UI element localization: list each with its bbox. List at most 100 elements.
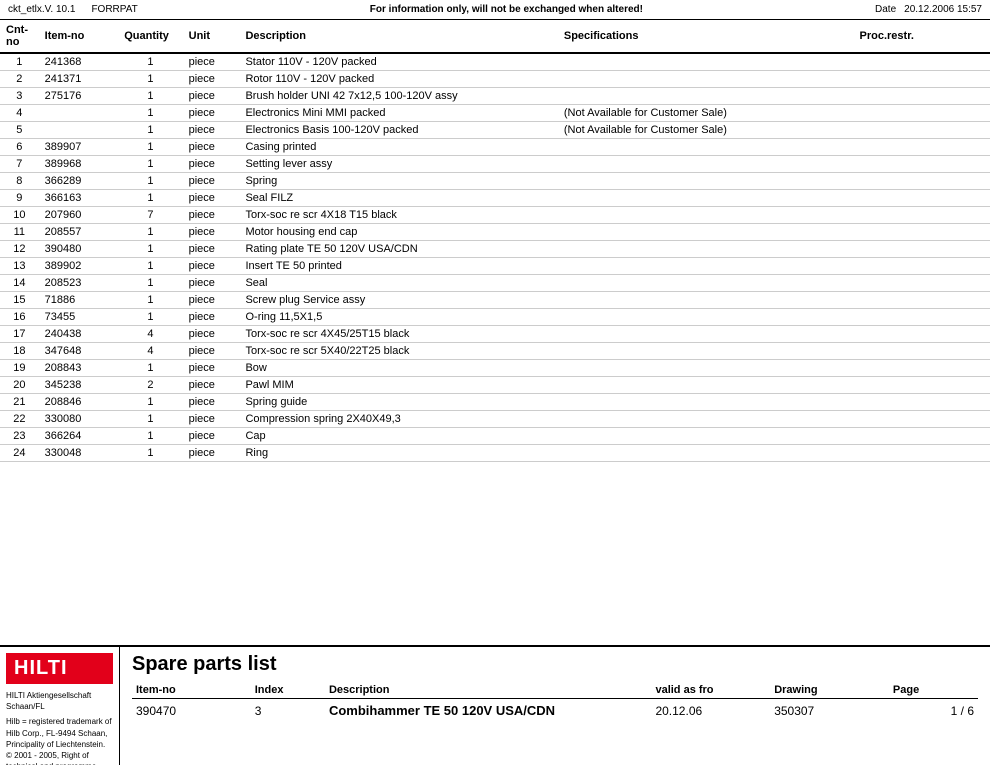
footer-col-drawing-header: Drawing: [770, 682, 889, 699]
table-row: 13 389902 1 piece Insert TE 50 printed: [0, 258, 990, 275]
table-row: 8 366289 1 piece Spring: [0, 173, 990, 190]
cell-item: 330080: [39, 411, 119, 428]
footer-logo-section: HILTI HILTI Aktiengesellschaft Schaan/FL…: [0, 647, 120, 765]
footer-index: 3: [251, 699, 325, 723]
date-value: 20.12.2006 15:57: [904, 4, 982, 15]
cell-cnt: 10: [0, 207, 39, 224]
cell-qty: 1: [118, 428, 182, 445]
table-row: 14 208523 1 piece Seal: [0, 275, 990, 292]
cell-spec: [558, 71, 854, 88]
cell-item: 71886: [39, 292, 119, 309]
cell-spec: [558, 377, 854, 394]
cell-desc: Cap: [239, 428, 557, 445]
footer-description: Combihammer TE 50 120V USA/CDN: [325, 699, 652, 723]
cell-proc: [854, 326, 990, 343]
cell-item: 275176: [39, 88, 119, 105]
cell-proc: [854, 156, 990, 173]
footer-table: Item-no Index Description valid as fro D…: [132, 682, 978, 722]
cell-spec: [558, 360, 854, 377]
cell-qty: 1: [118, 190, 182, 207]
table-row: 6 389907 1 piece Casing printed: [0, 139, 990, 156]
cell-cnt: 15: [0, 292, 39, 309]
cell-cnt: 20: [0, 377, 39, 394]
cell-desc: Setting lever assy: [239, 156, 557, 173]
cell-desc: Motor housing end cap: [239, 224, 557, 241]
col-header-item: Item-no: [39, 20, 119, 53]
cell-proc: [854, 394, 990, 411]
spare-parts-title: Spare parts list: [132, 653, 978, 676]
table-row: 11 208557 1 piece Motor housing end cap: [0, 224, 990, 241]
col-header-desc: Description: [239, 20, 557, 53]
cell-item: 73455: [39, 309, 119, 326]
header-center: For information only, will not be exchan…: [138, 4, 875, 15]
table-row: 22 330080 1 piece Compression spring 2X4…: [0, 411, 990, 428]
cell-item: 390480: [39, 241, 119, 258]
footer-col-page-header: Page: [889, 682, 978, 699]
table-row: 16 73455 1 piece O-ring 11,5X1,5: [0, 309, 990, 326]
table-row: 9 366163 1 piece Seal FILZ: [0, 190, 990, 207]
cell-desc: Electronics Mini MMI packed: [239, 105, 557, 122]
cell-desc: Compression spring 2X40X49,3: [239, 411, 557, 428]
cell-desc: Casing printed: [239, 139, 557, 156]
parts-table: Cnt-no Item-no Quantity Unit Description…: [0, 20, 990, 462]
cell-item: 345238: [39, 377, 119, 394]
cell-qty: 1: [118, 445, 182, 462]
cell-spec: [558, 292, 854, 309]
date-label: Date: [875, 4, 896, 15]
cell-spec: [558, 156, 854, 173]
cell-item: 207960: [39, 207, 119, 224]
cell-unit: piece: [183, 207, 240, 224]
footer-item-no: 390470: [132, 699, 251, 723]
cell-unit: piece: [183, 411, 240, 428]
cell-cnt: 4: [0, 105, 39, 122]
footer-col-valid-header: valid as fro: [651, 682, 770, 699]
cell-spec: [558, 411, 854, 428]
cell-proc: [854, 343, 990, 360]
cell-item: 208846: [39, 394, 119, 411]
col-header-proc: Proc.restr.: [854, 20, 990, 53]
cell-proc: [854, 173, 990, 190]
cell-unit: piece: [183, 190, 240, 207]
cell-proc: [854, 428, 990, 445]
cell-proc: [854, 105, 990, 122]
cell-desc: Pawl MIM: [239, 377, 557, 394]
header-code: FORRPAT: [91, 4, 137, 15]
cell-cnt: 16: [0, 309, 39, 326]
cell-item: 330048: [39, 445, 119, 462]
cell-unit: piece: [183, 71, 240, 88]
cell-qty: 1: [118, 275, 182, 292]
cell-item: 208843: [39, 360, 119, 377]
cell-desc: O-ring 11,5X1,5: [239, 309, 557, 326]
cell-qty: 1: [118, 139, 182, 156]
cell-cnt: 11: [0, 224, 39, 241]
cell-unit: piece: [183, 53, 240, 71]
cell-spec: [558, 173, 854, 190]
header-left: ckt_etlx.V. 10.1 FORRPAT: [8, 4, 138, 15]
cell-unit: piece: [183, 445, 240, 462]
cell-unit: piece: [183, 275, 240, 292]
cell-proc: [854, 122, 990, 139]
cell-cnt: 9: [0, 190, 39, 207]
cell-spec: [558, 241, 854, 258]
cell-item: [39, 122, 119, 139]
cell-proc: [854, 445, 990, 462]
cell-cnt: 2: [0, 71, 39, 88]
cell-spec: [558, 309, 854, 326]
cell-unit: piece: [183, 156, 240, 173]
cell-qty: 1: [118, 292, 182, 309]
cell-cnt: 12: [0, 241, 39, 258]
cell-desc: Spring guide: [239, 394, 557, 411]
cell-item: 366264: [39, 428, 119, 445]
cell-qty: 4: [118, 343, 182, 360]
cell-unit: piece: [183, 122, 240, 139]
cell-qty: 1: [118, 360, 182, 377]
cell-spec: [558, 326, 854, 343]
cell-desc: Rotor 110V - 120V packed: [239, 71, 557, 88]
cell-cnt: 6: [0, 139, 39, 156]
cell-proc: [854, 258, 990, 275]
cell-cnt: 8: [0, 173, 39, 190]
cell-unit: piece: [183, 224, 240, 241]
cell-desc: Ring: [239, 445, 557, 462]
cell-proc: [854, 53, 990, 71]
table-row: 10 207960 7 piece Torx-soc re scr 4X18 T…: [0, 207, 990, 224]
